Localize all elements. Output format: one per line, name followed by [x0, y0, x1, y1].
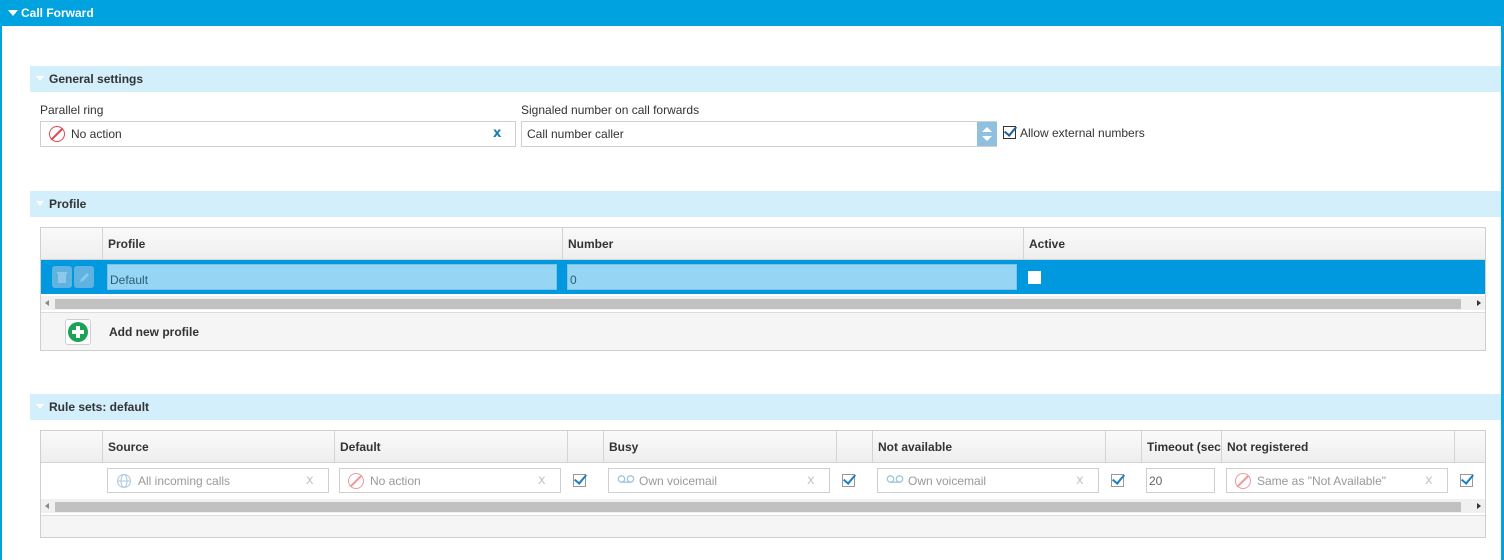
column-header-source[interactable]: Source — [102, 431, 334, 463]
no-action-icon — [1235, 473, 1251, 489]
section-rule-sets[interactable]: Rule sets: default — [30, 394, 1501, 420]
rule-sets-grid: Source Default Busy Not available Timeou… — [40, 430, 1486, 538]
default-value: No action — [370, 474, 421, 488]
profile-name-cell[interactable]: Default — [107, 264, 557, 290]
section-title: Rule sets: default — [49, 400, 150, 414]
scroll-left-arrow-icon[interactable] — [45, 300, 49, 306]
not-available-checkbox[interactable] — [1111, 474, 1124, 487]
voicemail-icon — [617, 475, 635, 483]
default-field[interactable]: No action x — [339, 468, 561, 493]
clear-icon[interactable]: x — [1425, 473, 1433, 488]
section-title: General settings — [49, 72, 144, 86]
no-action-icon — [348, 473, 364, 489]
not-available-value: Own voicemail — [908, 474, 987, 488]
clear-icon[interactable]: x — [807, 473, 815, 488]
not-registered-value: Same as "Not Available" — [1257, 474, 1387, 488]
column-header-timeout[interactable]: Timeout (sec — [1141, 431, 1221, 463]
scroll-left-arrow-icon[interactable] — [45, 503, 49, 509]
arrow-up-icon — [982, 127, 992, 132]
section-general-settings[interactable]: General settings — [30, 66, 1501, 92]
allow-external-label: Allow external numbers — [1020, 126, 1145, 140]
parallel-ring-value: No action — [71, 127, 122, 141]
column-header-not-available-check[interactable] — [1105, 431, 1141, 463]
frame-border-left — [0, 26, 2, 560]
column-header-not-registered[interactable]: Not registered — [1221, 431, 1454, 463]
collapse-triangle-icon[interactable] — [8, 10, 18, 16]
scroll-right-arrow-icon[interactable] — [1477, 300, 1481, 306]
busy-checkbox[interactable] — [842, 474, 855, 487]
busy-field[interactable]: Own voicemail x — [608, 468, 830, 493]
column-header-busy[interactable]: Busy — [603, 431, 836, 463]
signaled-number-label: Signaled number on call forwards — [521, 103, 700, 117]
column-header-default-check[interactable] — [567, 431, 603, 463]
column-header-busy-check[interactable] — [836, 431, 872, 463]
active-checkbox[interactable] — [1028, 271, 1041, 284]
clear-icon[interactable]: x — [493, 126, 501, 141]
column-header-not-available[interactable]: Not available — [872, 431, 1105, 463]
rules-grid-header: Source Default Busy Not available Timeou… — [41, 431, 1485, 463]
rules-horizontal-scrollbar[interactable] — [41, 499, 1485, 513]
section-title: Profile — [49, 197, 87, 211]
profile-horizontal-scrollbar[interactable] — [41, 296, 1485, 310]
delete-icon[interactable] — [52, 266, 72, 288]
signaled-number-value: Call number caller — [527, 127, 624, 141]
source-field[interactable]: All incoming calls x — [107, 468, 329, 493]
timeout-input[interactable]: 20 — [1146, 468, 1215, 493]
profile-grid-header: Profile Number Active — [41, 228, 1485, 260]
not-registered-checkbox[interactable] — [1460, 474, 1473, 487]
column-header-active[interactable]: Active — [1023, 228, 1485, 260]
section-profile[interactable]: Profile — [30, 191, 1501, 217]
busy-value: Own voicemail — [639, 474, 718, 488]
clear-icon[interactable]: x — [1076, 473, 1084, 488]
table-row[interactable]: All incoming calls x No action x Own voi… — [41, 463, 1485, 497]
scroll-thumb[interactable] — [55, 502, 1461, 512]
scroll-right-arrow-icon[interactable] — [1477, 503, 1481, 509]
profile-name-value: Default — [110, 273, 149, 287]
rules-grid-footer — [41, 515, 1485, 537]
parallel-ring-field[interactable]: No action x — [40, 121, 516, 147]
voicemail-icon — [886, 475, 904, 483]
globe-icon — [116, 473, 132, 489]
profile-grid: Profile Number Active Default 0 Add new … — [40, 227, 1486, 351]
column-header-number[interactable]: Number — [562, 228, 1023, 260]
not-available-field[interactable]: Own voicemail x — [877, 468, 1099, 493]
profile-grid-footer: Add new profile — [41, 312, 1485, 350]
default-checkbox[interactable] — [573, 474, 586, 487]
edit-pencil-icon[interactable] — [74, 266, 94, 288]
arrow-down-icon — [982, 136, 992, 141]
profile-number-value: 0 — [570, 273, 577, 287]
collapse-triangle-icon[interactable] — [36, 76, 44, 81]
select-spinner[interactable] — [977, 122, 997, 146]
call-forward-header[interactable]: Call Forward — [0, 0, 1504, 26]
panel-title: Call Forward — [21, 6, 94, 20]
collapse-triangle-icon[interactable] — [36, 201, 44, 206]
source-value: All incoming calls — [138, 474, 231, 488]
add-plus-icon — [68, 322, 88, 342]
add-profile-label[interactable]: Add new profile — [109, 325, 199, 339]
scroll-thumb[interactable] — [55, 299, 1461, 309]
collapse-triangle-icon[interactable] — [36, 404, 44, 409]
timeout-value: 20 — [1149, 474, 1163, 488]
column-header-profile[interactable]: Profile — [102, 228, 562, 260]
table-row[interactable]: Default 0 — [41, 260, 1485, 294]
allow-external-checkbox[interactable] — [1003, 126, 1016, 139]
parallel-ring-label: Parallel ring — [40, 103, 104, 117]
add-profile-button[interactable] — [65, 319, 91, 345]
profile-number-cell[interactable]: 0 — [567, 264, 1017, 290]
no-action-icon — [49, 126, 65, 142]
column-header-default[interactable]: Default — [334, 431, 567, 463]
clear-icon[interactable]: x — [306, 473, 314, 488]
signaled-number-select[interactable]: Call number caller — [521, 121, 997, 147]
column-header-not-registered-check[interactable] — [1454, 431, 1485, 463]
clear-icon[interactable]: x — [538, 473, 546, 488]
not-registered-field[interactable]: Same as "Not Available" x — [1226, 468, 1448, 493]
